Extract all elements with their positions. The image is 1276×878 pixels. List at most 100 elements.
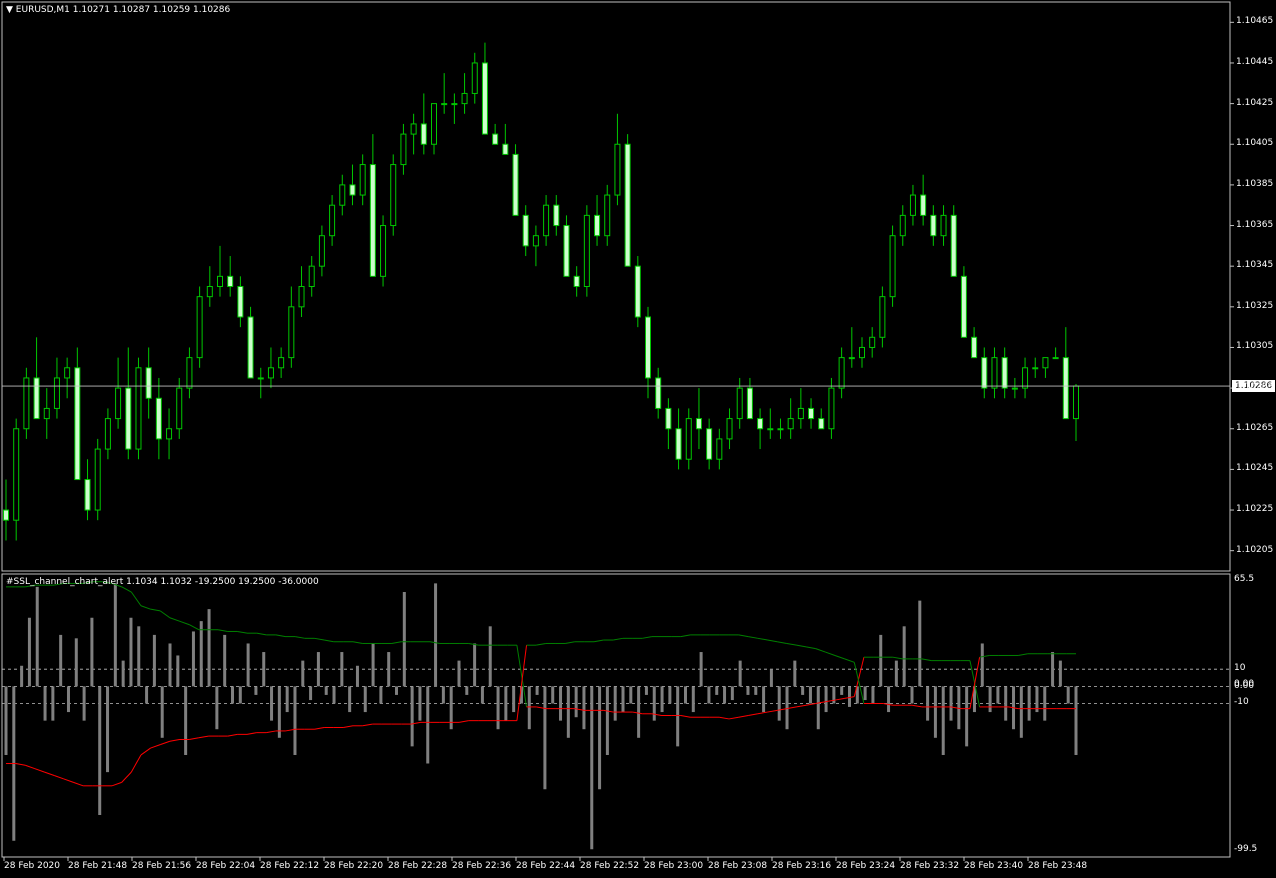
ssl-line-b xyxy=(121,771,132,783)
candle-body xyxy=(1073,385,1079,420)
indicator-level-label: 0.00 xyxy=(1234,681,1255,692)
dropdown-triangle-icon[interactable]: ▼ xyxy=(6,5,13,15)
candle-body xyxy=(329,204,336,237)
ssl-line-b xyxy=(738,634,749,638)
time-tick-label: 28 Feb 23:00 xyxy=(644,861,704,871)
candle-body xyxy=(950,214,957,277)
candle-body xyxy=(889,235,896,298)
candle-body xyxy=(736,387,743,420)
terminal-window: ▼ EURUSD,M1 1.10271 1.10287 1.10259 1.10… xyxy=(0,0,1276,878)
candle-body xyxy=(227,275,234,288)
ssl-line-a xyxy=(169,617,180,622)
candle-body xyxy=(1062,357,1069,420)
candle-body xyxy=(186,357,193,389)
candle-body xyxy=(543,204,550,237)
price-tick-label: 1.10445 xyxy=(1236,56,1274,67)
candle-body xyxy=(838,357,845,389)
ssl-line-a xyxy=(391,641,402,644)
candle-body xyxy=(726,418,733,440)
candle-body xyxy=(431,103,437,145)
ssl-line-b xyxy=(757,637,768,641)
ssl-line-b xyxy=(169,739,180,742)
candle-body xyxy=(971,336,978,359)
candle-body xyxy=(33,377,40,420)
ssl-line-b xyxy=(44,771,55,777)
time-tick-label: 28 Feb 22:04 xyxy=(196,861,256,871)
ssl-line-b xyxy=(536,642,546,646)
ssl-line-a xyxy=(921,658,932,662)
candle-body xyxy=(492,133,499,145)
ssl-line-a xyxy=(295,636,305,639)
candle-body xyxy=(23,377,30,430)
ssl-line-b xyxy=(266,730,276,734)
chart-canvas[interactable] xyxy=(0,0,1276,878)
candle-body xyxy=(634,265,641,318)
candle-body xyxy=(441,103,448,106)
ssl-line-b xyxy=(362,723,373,727)
ssl-line-b xyxy=(853,662,865,704)
time-tick-label: 28 Feb 2020 xyxy=(4,861,61,871)
candle-body xyxy=(604,194,611,237)
candle-body xyxy=(512,153,519,216)
ssl-line-a xyxy=(738,715,749,718)
candle-body xyxy=(828,387,835,430)
ssl-line-b xyxy=(54,775,65,780)
candle-body xyxy=(166,428,173,440)
candle-body xyxy=(777,428,784,431)
candle-body xyxy=(94,448,101,511)
candle-body xyxy=(757,418,764,430)
ssl-line-a xyxy=(748,713,758,716)
candle-body xyxy=(1032,367,1039,370)
candle-body xyxy=(614,143,621,196)
candle-body xyxy=(767,428,774,431)
time-tick-label: 28 Feb 23:16 xyxy=(772,861,832,871)
candle-body xyxy=(1022,367,1029,389)
candle-body xyxy=(645,316,651,379)
ssl-line-b xyxy=(748,636,758,639)
ssl-line-a xyxy=(324,639,334,643)
ssl-line-b xyxy=(246,732,257,735)
candle-body xyxy=(237,286,244,318)
ssl-line-b xyxy=(593,639,604,643)
time-tick-label: 28 Feb 22:12 xyxy=(260,861,320,871)
ssl-line-b xyxy=(314,727,325,730)
ssl-line-b xyxy=(458,720,469,723)
candle-body xyxy=(532,235,539,247)
price-tick-label: 1.10325 xyxy=(1236,300,1274,311)
ssl-line-a xyxy=(179,620,190,626)
price-tick-label: 1.10405 xyxy=(1236,138,1274,149)
ssl-line-a xyxy=(237,630,248,634)
time-tick-label: 28 Feb 22:44 xyxy=(516,861,576,871)
indicator-level-label: 65.5 xyxy=(1234,574,1255,584)
ssl-line-b xyxy=(73,781,84,787)
candle-body xyxy=(675,428,682,460)
candle-body xyxy=(920,194,927,216)
ssl-line-b xyxy=(565,641,575,644)
candle-body xyxy=(563,225,570,277)
candle-body xyxy=(502,143,509,155)
candle-body xyxy=(899,214,906,237)
candle-body xyxy=(808,407,815,420)
candle-body xyxy=(349,184,356,196)
ssl-line-a xyxy=(719,716,730,720)
candle-body xyxy=(84,479,91,511)
candle-body xyxy=(64,367,71,379)
price-tick-label: 1.10225 xyxy=(1236,504,1274,515)
ssl-line-a xyxy=(314,637,325,641)
candle-body xyxy=(318,235,325,267)
ssl-line-b xyxy=(63,778,74,783)
time-tick-label: 28 Feb 21:56 xyxy=(132,861,192,871)
time-tick-label: 28 Feb 21:48 xyxy=(68,861,128,871)
price-tick-label: 1.10365 xyxy=(1236,219,1274,230)
candle-body xyxy=(115,387,122,420)
ssl-line-b xyxy=(613,637,624,641)
candle-body xyxy=(288,306,295,359)
candle-body xyxy=(461,92,468,105)
candle-body xyxy=(53,377,60,409)
symbol-dropdown[interactable]: ▼ EURUSD,M1 1.10271 1.10287 1.10259 1.10… xyxy=(6,5,230,15)
ssl-line-a xyxy=(140,605,151,610)
candle-body xyxy=(594,214,601,237)
ssl-line-b xyxy=(786,642,797,646)
candle-body xyxy=(787,418,794,430)
candle-body xyxy=(257,377,264,380)
